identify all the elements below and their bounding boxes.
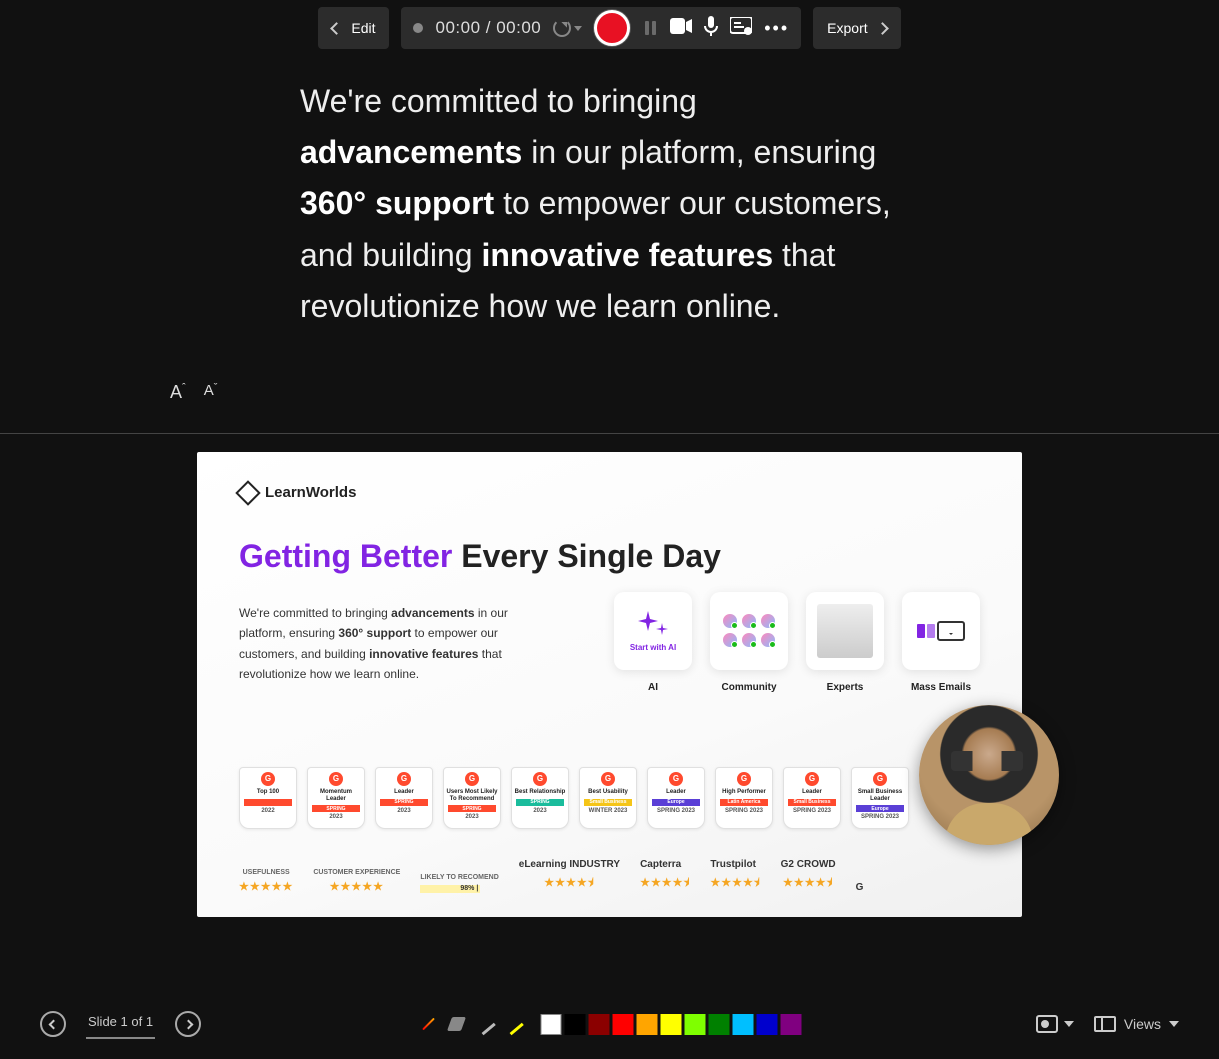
chevron-right-icon: [183, 1019, 193, 1029]
pen-tool[interactable]: [474, 1014, 494, 1034]
award-badge: GLeaderEuropeSPRING 2023: [647, 767, 705, 829]
award-badge: GUsers Most Likely To RecommendSPRING202…: [443, 767, 501, 829]
font-size-controls: Aˆ Aˇ: [170, 382, 919, 403]
record-status-dot-icon: [413, 23, 423, 33]
chevron-left-icon: [330, 22, 343, 35]
more-options-button[interactable]: •••: [764, 18, 789, 39]
camera-toggle[interactable]: [670, 18, 692, 39]
reset-button[interactable]: [553, 19, 582, 37]
record-button[interactable]: [594, 10, 630, 46]
color-swatch[interactable]: [612, 1014, 633, 1035]
teleprompter-area: We're committed to bringing advancements…: [0, 56, 1219, 433]
brand-logo: LearnWorlds: [239, 484, 980, 502]
color-swatch[interactable]: [732, 1014, 753, 1035]
color-swatch[interactable]: [660, 1014, 681, 1035]
recording-toolbar: Edit 00:00 / 00:00 ••• Export: [0, 0, 1219, 56]
pause-button[interactable]: [642, 20, 658, 36]
edit-label: Edit: [351, 20, 375, 36]
laser-pointer-tool[interactable]: [418, 1014, 438, 1034]
award-badge: GHigh PerformerLatin AmericaSPRING 2023: [715, 767, 773, 829]
next-slide-button[interactable]: [175, 1011, 201, 1037]
captions-icon: [730, 17, 752, 35]
feature-card-ai: Start with AI AI: [614, 592, 692, 693]
teleprompter-text: We're committed to bringing advancements…: [300, 76, 919, 332]
views-button[interactable]: Views: [1094, 1016, 1179, 1032]
eraser-icon: [446, 1017, 465, 1031]
feature-card-community: Community: [710, 592, 788, 693]
views-label: Views: [1124, 1016, 1161, 1032]
color-swatch[interactable]: [708, 1014, 729, 1035]
chevron-down-icon: [574, 26, 582, 31]
award-badge: GTop 1002022: [239, 767, 297, 829]
ratings-row: USEFULNESS★★★★★ CUSTOMER EXPERIENCE★★★★★ L…: [239, 859, 980, 893]
slide-content: LearnWorlds Getting Better Every Single …: [197, 452, 1022, 917]
laser-icon: [422, 1018, 435, 1031]
people-icon: [817, 604, 873, 658]
slide-body-text: We're committed to bringing advancements…: [239, 603, 529, 685]
color-swatch[interactable]: [780, 1014, 801, 1035]
rating-item: G: [856, 882, 864, 893]
rating-item: LIKELY TO RECOMEND98% |: [420, 874, 498, 893]
microphone-toggle[interactable]: [704, 16, 718, 41]
award-badge: GLeaderSmall BusinessSPRING 2023: [783, 767, 841, 829]
export-label: Export: [827, 20, 867, 36]
color-swatch[interactable]: [588, 1014, 609, 1035]
color-swatch[interactable]: [684, 1014, 705, 1035]
font-decrease-button[interactable]: Aˇ: [204, 382, 218, 403]
camera-icon: [670, 18, 692, 34]
edit-button[interactable]: Edit: [318, 7, 389, 49]
award-badge: GSmall Business LeaderEuropeSPRING 2023: [851, 767, 909, 829]
eraser-tool[interactable]: [446, 1014, 466, 1034]
chevron-left-icon: [48, 1019, 58, 1029]
bottom-toolbar: Slide 1 of 1 Views: [0, 989, 1219, 1059]
captions-toggle[interactable]: [730, 17, 752, 40]
microphone-icon: [704, 16, 718, 36]
highlighter-tool[interactable]: [502, 1014, 522, 1034]
chevron-down-icon: [1064, 1021, 1074, 1027]
award-badge: GLeaderSPRING2023: [375, 767, 433, 829]
brand-name: LearnWorlds: [265, 484, 356, 501]
slide-indicator: Slide 1 of 1: [86, 1010, 155, 1039]
rating-item: USEFULNESS★★★★★: [239, 869, 293, 893]
award-badge: GMomentum LeaderSPRING2023: [307, 767, 365, 829]
annotation-tools: [418, 1014, 801, 1035]
feature-card-mass-emails: Mass Emails: [902, 592, 980, 693]
prev-slide-button[interactable]: [40, 1011, 66, 1037]
font-increase-button[interactable]: Aˆ: [170, 382, 186, 403]
feature-card-experts: Experts: [806, 592, 884, 693]
badges-row: GTop 1002022GMomentum LeaderSPRING2023GL…: [239, 767, 980, 829]
rating-item: eLearning INDUSTRY★★★★⯨: [519, 859, 620, 893]
rating-item: Trustpilot★★★★⯨: [710, 859, 760, 893]
camera-layout-button[interactable]: [1036, 1015, 1074, 1033]
recorder-controls: 00:00 / 00:00 •••: [401, 7, 801, 49]
rating-item: G2 CROWD★★★★⯨: [781, 859, 836, 893]
logo-mark-icon: [235, 480, 260, 505]
export-button[interactable]: Export: [813, 7, 900, 49]
pen-icon: [473, 1013, 496, 1036]
color-swatch[interactable]: [756, 1014, 777, 1035]
refresh-icon: [553, 19, 571, 37]
chevron-right-icon: [876, 22, 889, 35]
highlighter-icon: [501, 1013, 524, 1036]
color-swatch[interactable]: [540, 1014, 561, 1035]
layout-icon: [1094, 1016, 1116, 1032]
camera-layout-icon: [1036, 1015, 1058, 1033]
slide-preview-area: LearnWorlds Getting Better Every Single …: [0, 434, 1219, 935]
color-swatch[interactable]: [636, 1014, 657, 1035]
award-badge: GBest RelationshipSPRING2023: [511, 767, 569, 829]
presenter-camera[interactable]: [919, 705, 1059, 845]
slide-headline: Getting Better Every Single Day: [239, 538, 980, 575]
rating-item: CUSTOMER EXPERIENCE★★★★★: [313, 869, 400, 893]
color-swatch[interactable]: [564, 1014, 585, 1035]
feature-cards-row: Start with AI AI Community Experts Mass …: [614, 592, 980, 693]
award-badge: GBest UsabilitySmall BusinessWINTER 2023: [579, 767, 637, 829]
color-swatches: [540, 1014, 801, 1035]
avatar-grid-icon: [718, 613, 780, 648]
chevron-down-icon: [1169, 1021, 1179, 1027]
sparkle-icon: [636, 609, 670, 639]
timer-display: 00:00 / 00:00: [435, 18, 541, 38]
rating-item: Capterra★★★★⯨: [640, 859, 690, 893]
mail-icon: [917, 621, 965, 641]
